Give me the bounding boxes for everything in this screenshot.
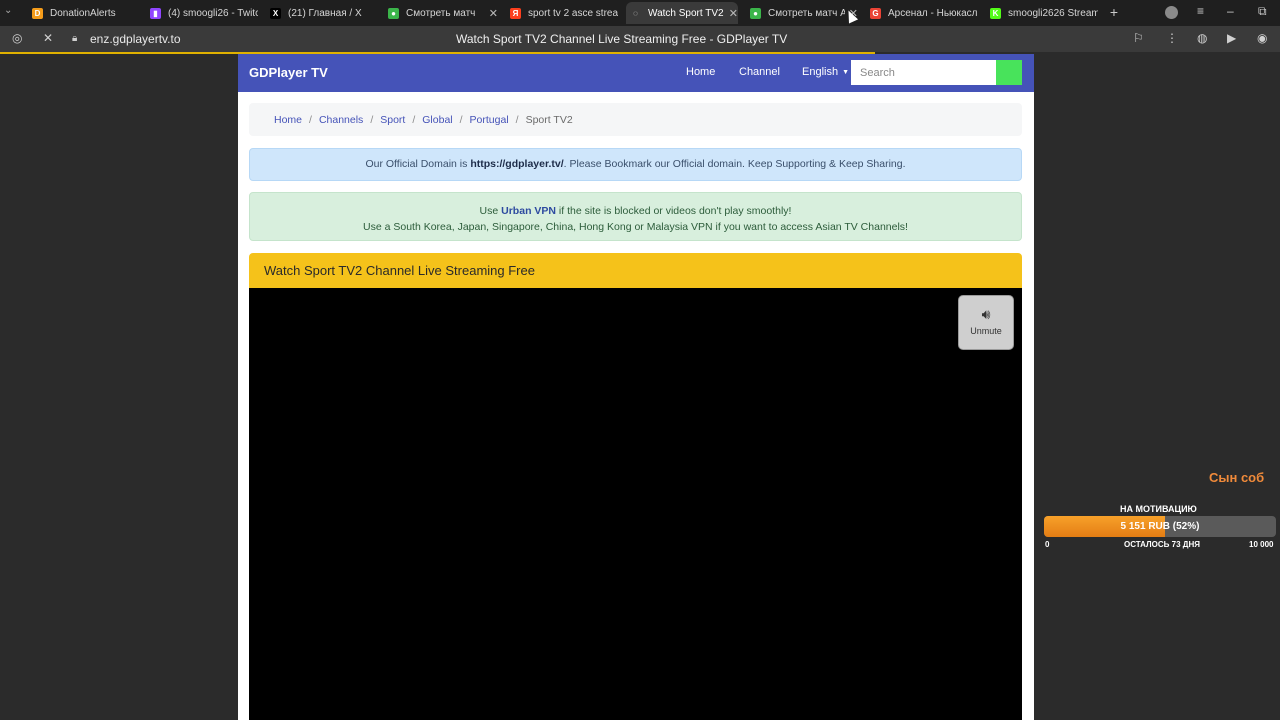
nav-home[interactable]: Home: [686, 66, 715, 78]
google-icon: G: [870, 7, 881, 19]
browser-tab[interactable]: Яsport tv 2 asce strea: [506, 2, 618, 24]
vpn-shield-icon[interactable]: ◎: [12, 31, 22, 45]
goal-title: НА МОТИВАЦИЮ: [1120, 504, 1197, 514]
unmute-button[interactable]: 🔊︎ Unmute: [958, 295, 1014, 350]
tab-label: Арсенал - Ньюкасл с: [888, 7, 978, 19]
urban-vpn-link[interactable]: Urban VPN: [501, 205, 556, 217]
twitch-icon: ▮: [150, 7, 161, 19]
profile-avatar[interactable]: [1165, 6, 1178, 19]
tab-search-chevron-icon[interactable]: ⌄: [4, 5, 12, 16]
breadcrumb-home[interactable]: Home: [274, 114, 302, 126]
breadcrumb: Home / Channels / Sport / Global / Portu…: [249, 103, 1022, 136]
breadcrumb-sport[interactable]: Sport: [380, 114, 405, 126]
media-player-icon[interactable]: ▶: [1227, 31, 1236, 45]
tab-label: DonationAlerts: [50, 7, 116, 19]
domain-notice-prefix: Our Official Domain is: [365, 158, 471, 170]
tab-bar: ⌄ D DonationAlerts ▮ (4) smoogli26 - Twitc X…: [0, 0, 1280, 26]
breadcrumb-global[interactable]: Global: [422, 114, 452, 126]
breadcrumb-separator: /: [459, 113, 463, 126]
breadcrumb-separator: /: [370, 113, 374, 126]
search-input[interactable]: [851, 60, 997, 85]
bookmark-icon[interactable]: ⚐: [1133, 31, 1144, 45]
official-domain-link[interactable]: https://gdplayer.tv/: [470, 158, 563, 170]
player-card-header: Watch Sport TV2 Channel Live Streaming F…: [249, 253, 1022, 288]
breadcrumb-portugal[interactable]: Portugal: [470, 114, 509, 126]
address-bar: ◎ ✕ 🔒︎ enz.gdplayertv.to Watch Sport TV2…: [0, 26, 1280, 52]
browser-tab[interactable]: ◌ Watch Sport TV2 C ✕: [626, 2, 738, 24]
close-tab-icon[interactable]: ✕: [489, 7, 498, 20]
x-icon: X: [270, 7, 281, 19]
url-field[interactable]: enz.gdplayertv.to: [90, 32, 181, 46]
sports-icon: ●: [750, 7, 761, 19]
donation-goal-bar: 5 151 RUB (52%): [1044, 516, 1276, 537]
domain-notice-suffix: . Please Bookmark our Official domain. K…: [563, 158, 906, 170]
browser-tab[interactable]: Ksmoogli2626 Stream: [986, 2, 1098, 24]
browser-tab[interactable]: D DonationAlerts: [28, 2, 140, 24]
restore-button[interactable]: ⧉: [1258, 4, 1267, 19]
breadcrumb-separator: /: [412, 113, 416, 126]
loading-icon: ◌: [630, 7, 641, 19]
site-brand[interactable]: GDPlayer TV: [249, 65, 328, 80]
goal-max: 10 000: [1249, 540, 1274, 549]
donation-goal-text: 5 151 RUB (52%): [1120, 521, 1200, 532]
browser-tab[interactable]: X (21) Главная / X: [266, 2, 378, 24]
browser-tab[interactable]: ● Смотреть матч ✕: [384, 2, 498, 24]
breadcrumb-separator: /: [515, 113, 519, 126]
tab-label: Смотреть матч: [406, 7, 476, 19]
goal-min: 0: [1045, 540, 1050, 549]
speaker-icon: 🔊︎: [981, 306, 991, 322]
overlay-label: Сын соб: [1209, 470, 1265, 485]
page-title: Watch Sport TV2 Channel Live Streaming F…: [456, 32, 788, 46]
kick-icon: K: [990, 7, 1001, 19]
tab-label: Смотреть матч Ар: [768, 7, 845, 19]
breadcrumb-current: Sport TV2: [525, 113, 573, 126]
tab-label: (4) smoogli26 - Twitc: [168, 7, 258, 19]
vpn-notice-prefix: Use: [479, 205, 502, 217]
site-navbar: GDPlayer TV Home Channel English ▼: [238, 54, 1034, 92]
close-tab-icon[interactable]: ✕: [729, 7, 738, 20]
new-tab-button[interactable]: +: [1106, 4, 1122, 20]
breadcrumb-separator: /: [309, 113, 312, 126]
screenshot-icon[interactable]: ◉: [1257, 31, 1267, 45]
yandex-icon: Я: [510, 7, 521, 19]
tab-label: Watch Sport TV2 C: [648, 7, 725, 19]
caret-down-icon: ▼: [842, 68, 850, 76]
domain-notice: Our Official Domain is https://gdplayer.…: [249, 148, 1022, 181]
menu-icon[interactable]: ≡: [1197, 4, 1204, 18]
browser-tab[interactable]: ● Смотреть матч Ар ✕: [746, 2, 858, 24]
search-button[interactable]: [996, 60, 1022, 85]
tab-label: (21) Главная / X: [288, 7, 362, 19]
browser-tab[interactable]: G Арсенал - Ньюкасл с: [866, 2, 978, 24]
browser-tab[interactable]: ▮ (4) smoogli26 - Twitc: [146, 2, 258, 24]
player-card-title: Watch Sport TV2 Channel Live Streaming F…: [264, 263, 535, 278]
lock-icon[interactable]: 🔒︎: [72, 33, 77, 44]
stop-loading-icon[interactable]: ✕: [43, 31, 53, 45]
goal-remaining: ОСТАЛОСЬ 73 ДНЯ: [1124, 540, 1200, 549]
vpn-notice-line2: Use a South Korea, Japan, Singapore, Chi…: [363, 221, 908, 233]
tab-label: sport tv 2 asce strea: [528, 7, 618, 19]
nav-channel[interactable]: Channel: [739, 66, 780, 78]
vpn-notice: Use Urban VPN if the site is blocked or …: [249, 192, 1022, 241]
unmute-label: Unmute: [970, 326, 1002, 336]
language-label: English: [802, 66, 839, 78]
vpn-notice-suffix: if the site is blocked or videos don't p…: [555, 205, 792, 217]
website: GDPlayer TV Home Channel English▼ Home /…: [238, 54, 1034, 720]
translate-icon[interactable]: ◍: [1197, 31, 1207, 45]
sports-icon: ●: [388, 7, 399, 19]
nav-language-dropdown[interactable]: English ▼: [802, 66, 849, 78]
more-options-icon[interactable]: ⋮: [1166, 31, 1178, 45]
minimize-button[interactable]: –: [1227, 4, 1234, 18]
video-player[interactable]: 🔊︎ Unmute: [249, 288, 1022, 720]
tab-label: smoogli2626 Stream: [1008, 7, 1098, 19]
breadcrumb-channels[interactable]: Channels: [319, 114, 363, 126]
donationalerts-icon: D: [32, 7, 43, 19]
